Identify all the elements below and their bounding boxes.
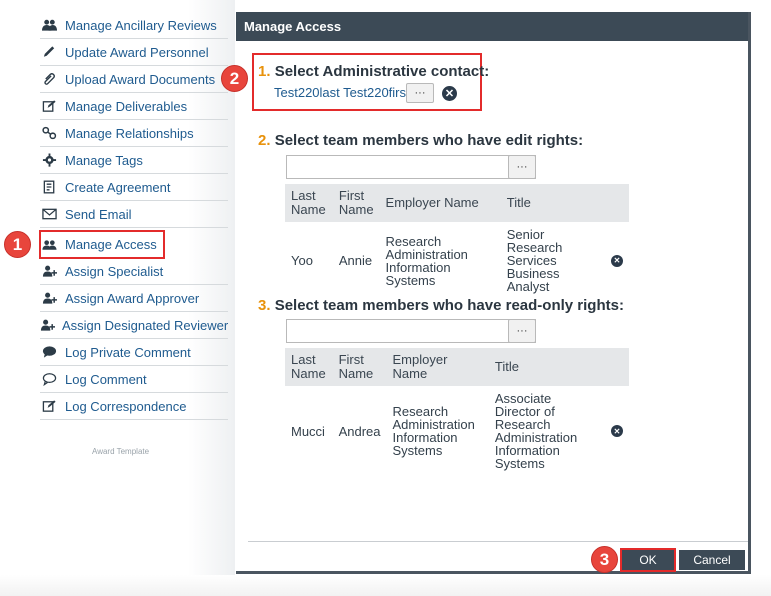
cell-title: Associate Director of Research Administr… bbox=[494, 391, 578, 471]
speech-bubble-filled-icon bbox=[40, 345, 58, 359]
section-number: 3. bbox=[258, 297, 271, 314]
sidebar-item-create-agreement[interactable]: Create Agreement bbox=[40, 174, 228, 201]
section-readonly-rights-heading: 3. Select team members who have read-onl… bbox=[258, 297, 624, 314]
users-icon bbox=[40, 238, 58, 252]
cancel-button[interactable]: Cancel bbox=[679, 550, 745, 570]
sidebar-item-label: Manage Tags bbox=[65, 152, 143, 168]
section-number: 1. bbox=[258, 63, 271, 80]
gear-icon bbox=[40, 153, 58, 167]
section-label: Select Administrative contact: bbox=[274, 63, 490, 80]
sidebar-item-label: Log Comment bbox=[65, 371, 147, 387]
section-admin-contact-heading: 1. Select Administrative contact: bbox=[258, 63, 489, 80]
step-marker-1: 1 bbox=[4, 231, 31, 258]
sidebar-item-update-award-personnel[interactable]: Update Award Personnel bbox=[40, 39, 228, 66]
cell-last-name: Mucci bbox=[291, 423, 325, 439]
remove-admin-contact-icon[interactable]: ✕ bbox=[442, 86, 457, 101]
sidebar-item-label: Send Email bbox=[65, 206, 132, 222]
sidebar-item-label: Assign Award Approver bbox=[65, 290, 200, 306]
add-user-icon bbox=[40, 264, 58, 278]
column-header[interactable]: Last Name bbox=[285, 184, 333, 222]
manage-access-dialog: Manage Access 1. Select Administrative c… bbox=[236, 12, 751, 574]
sidebar-item-label: Manage Ancillary Reviews bbox=[65, 17, 217, 33]
step-marker-2: 2 bbox=[221, 65, 248, 92]
edit-rights-table: Last Name First Name Employer Name Title… bbox=[285, 184, 629, 299]
sidebar-item-log-comment[interactable]: Log Comment bbox=[40, 366, 228, 393]
page-bottom-shadow bbox=[0, 575, 771, 596]
remove-member-icon[interactable]: ✕ bbox=[610, 254, 623, 267]
sidebar-item-label: Create Agreement bbox=[65, 179, 171, 195]
admin-contact-link[interactable]: Test220last Test220first bbox=[274, 85, 410, 100]
table-row: Mucci Andrea Research Administration Inf… bbox=[285, 386, 629, 476]
step-marker-3: 3 bbox=[591, 546, 618, 573]
sidebar-item-manage-tags[interactable]: Manage Tags bbox=[40, 147, 228, 174]
column-header[interactable]: Last Name bbox=[285, 348, 333, 386]
sidebar-item-log-private-comment[interactable]: Log Private Comment bbox=[40, 339, 228, 366]
sidebar-item-label: Manage Access bbox=[65, 237, 157, 252]
column-header[interactable]: Employer Name bbox=[379, 184, 501, 222]
sidebar-item-upload-award-documents[interactable]: Upload Award Documents bbox=[40, 66, 228, 93]
dialog-title: Manage Access bbox=[236, 12, 748, 41]
pencil-icon bbox=[40, 45, 58, 59]
sidebar-item-label: Update Award Personnel bbox=[65, 44, 209, 60]
remove-member-icon[interactable]: ✕ bbox=[610, 425, 623, 437]
column-header[interactable]: Employer Name bbox=[386, 348, 489, 386]
action-sidebar: Manage Ancillary Reviews Update Award Pe… bbox=[0, 0, 235, 575]
edit-rights-lookup-button[interactable]: ··· bbox=[508, 155, 536, 179]
sidebar-item-manage-relationships[interactable]: Manage Relationships bbox=[40, 120, 228, 147]
sidebar-item-label: Manage Deliverables bbox=[65, 98, 188, 114]
sidebar-item-manage-deliverables[interactable]: Manage Deliverables bbox=[40, 93, 228, 120]
column-header[interactable]: First Name bbox=[332, 184, 380, 222]
section-edit-rights-heading: 2. Select team members who have edit rig… bbox=[258, 132, 583, 149]
column-header[interactable]: Title bbox=[488, 348, 605, 386]
sidebar-item-assign-award-approver[interactable]: Assign Award Approver bbox=[40, 285, 228, 312]
sidebar-item-label: Log Correspondence bbox=[65, 398, 187, 414]
paperclip-icon bbox=[40, 72, 58, 86]
cell-last-name: Yoo bbox=[291, 253, 313, 268]
column-header[interactable]: First Name bbox=[332, 348, 387, 386]
cell-first-name: Andrea bbox=[338, 423, 381, 439]
sidebar-item-send-email[interactable]: Send Email bbox=[40, 201, 228, 228]
link-icon bbox=[40, 126, 58, 140]
sidebar-item-manage-access[interactable]: Manage Access bbox=[39, 230, 165, 259]
section-label: Select team members who have edit rights… bbox=[274, 132, 584, 149]
document-icon bbox=[40, 180, 58, 194]
cell-first-name: Annie bbox=[338, 253, 373, 268]
sidebar-item-assign-specialist[interactable]: Assign Specialist bbox=[40, 258, 228, 285]
speech-bubble-icon bbox=[40, 372, 58, 386]
column-header[interactable]: Title bbox=[500, 184, 605, 222]
template-note: Award Template bbox=[92, 447, 150, 456]
column-header-actions bbox=[604, 348, 629, 386]
admin-contact-highlight bbox=[252, 53, 482, 111]
readonly-rights-lookup-button[interactable]: ··· bbox=[508, 319, 536, 343]
edit-box-icon bbox=[40, 99, 58, 113]
cell-remove: ✕ bbox=[605, 386, 629, 476]
sidebar-item-label: Assign Designated Reviewer bbox=[62, 317, 229, 333]
sidebar-item-assign-designated-reviewer[interactable]: Assign Designated Reviewer bbox=[40, 312, 228, 339]
sidebar-item-label: Assign Specialist bbox=[65, 263, 164, 279]
readonly-rights-search-input[interactable]: ··· bbox=[286, 319, 536, 343]
cell-remove: ✕ bbox=[605, 222, 629, 299]
dialog-footer-divider bbox=[248, 541, 748, 542]
column-header-actions bbox=[604, 184, 629, 222]
edit-rights-search-input[interactable]: ··· bbox=[286, 155, 536, 179]
cell-employer: Research Administration Information Syst… bbox=[392, 404, 475, 458]
sidebar-item-label: Log Private Comment bbox=[65, 344, 191, 360]
readonly-rights-table: Last Name First Name Employer Name Title… bbox=[285, 348, 629, 476]
cell-employer: Research Administration Information Syst… bbox=[385, 233, 468, 288]
ok-button[interactable]: OK bbox=[620, 548, 676, 572]
people-icon bbox=[40, 18, 58, 32]
edit-box-icon bbox=[40, 399, 58, 413]
envelope-icon bbox=[40, 207, 58, 221]
admin-contact-lookup-button[interactable]: ··· bbox=[406, 83, 434, 103]
sidebar-item-manage-ancillary-reviews[interactable]: Manage Ancillary Reviews bbox=[40, 12, 228, 39]
section-label: Select team members who have read-only r… bbox=[274, 297, 624, 314]
sidebar-item-label: Upload Award Documents bbox=[65, 71, 216, 87]
sidebar-item-log-correspondence[interactable]: Log Correspondence bbox=[40, 393, 228, 420]
add-user-icon bbox=[40, 318, 55, 332]
cell-title: Senior Research Services Business Analys… bbox=[506, 227, 563, 294]
table-row: Yoo Annie Research Administration Inform… bbox=[285, 222, 629, 299]
section-number: 2. bbox=[258, 132, 271, 149]
add-user-icon bbox=[40, 291, 58, 305]
sidebar-item-label: Manage Relationships bbox=[65, 125, 194, 141]
